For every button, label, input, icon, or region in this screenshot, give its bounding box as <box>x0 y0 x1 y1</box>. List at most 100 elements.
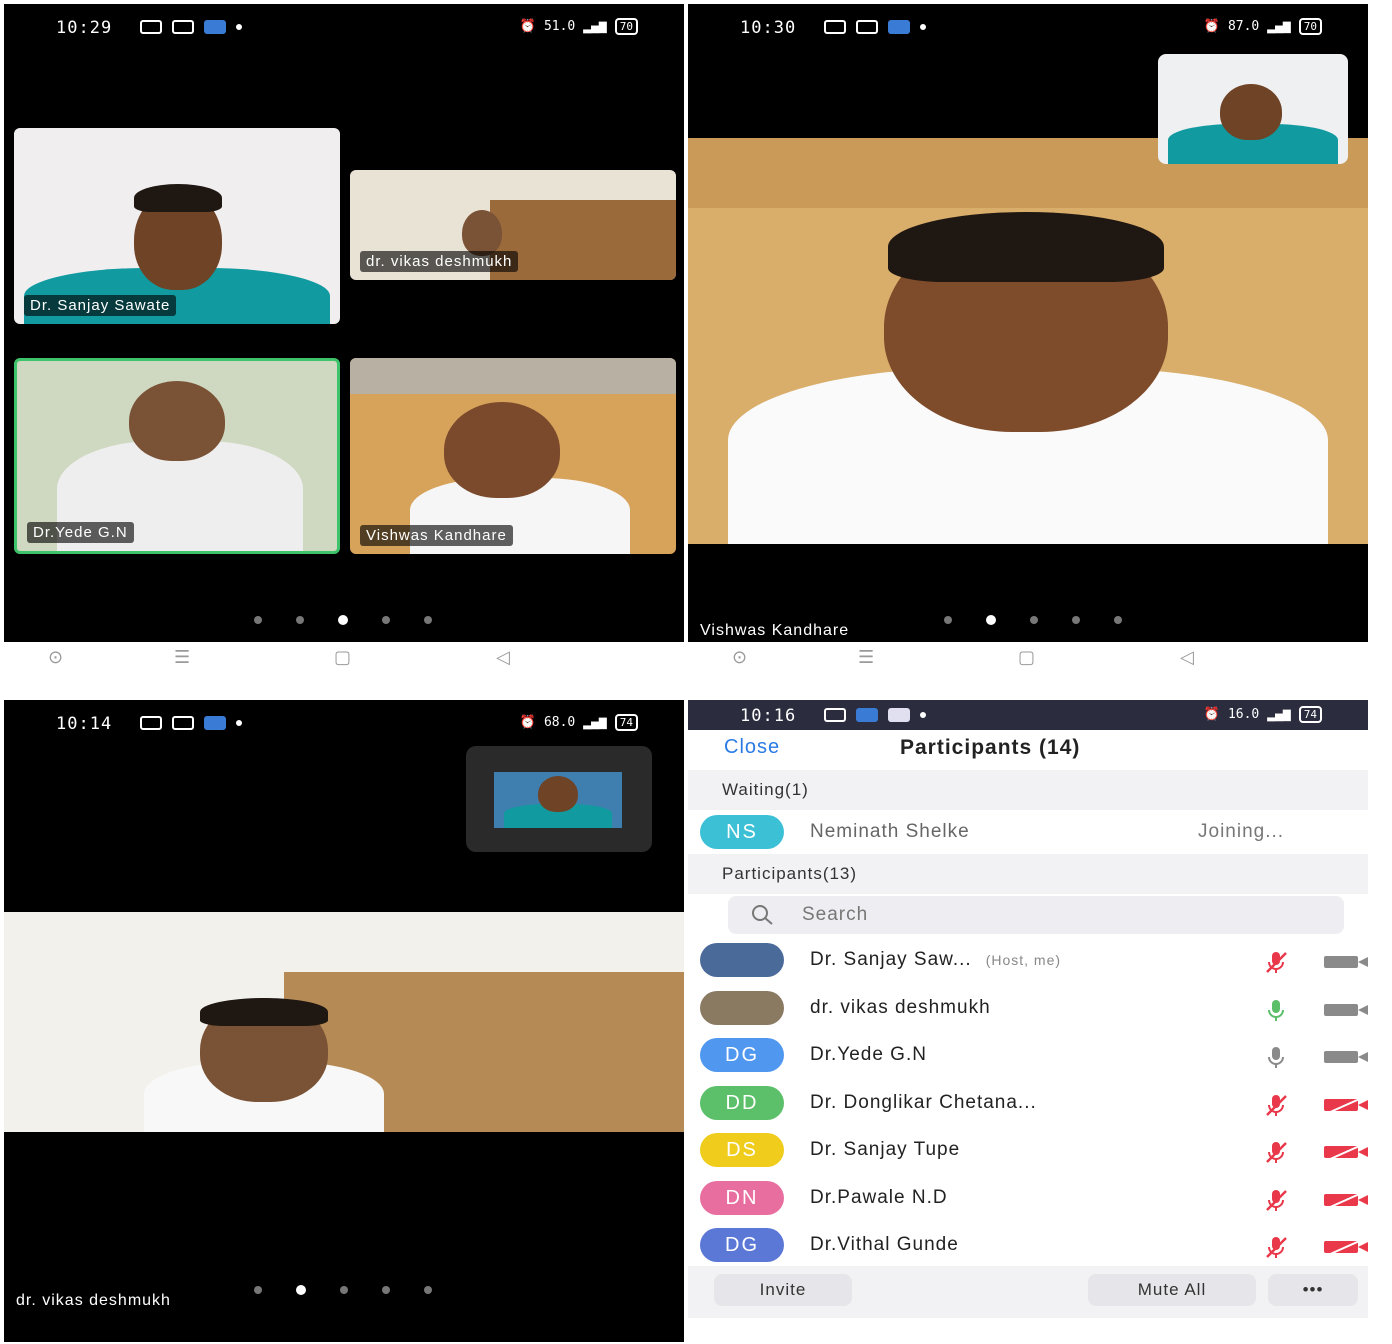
page-dot[interactable] <box>340 1286 348 1294</box>
zoom-icon <box>856 708 878 722</box>
waiting-status: Joining... <box>1198 821 1285 842</box>
video-off-icon[interactable] <box>1324 1192 1368 1208</box>
video-off-icon[interactable] <box>1324 1144 1368 1160</box>
waiting-participant-row[interactable]: NS Neminath Shelke Joining... <box>688 810 1368 858</box>
page-indicator[interactable] <box>944 615 1122 625</box>
participant-row[interactable]: DG Dr.Vithal Gunde <box>688 1223 1368 1271</box>
square-icon[interactable]: ▢ <box>334 647 351 668</box>
page-dot[interactable] <box>382 1286 390 1294</box>
whatsapp-icon <box>824 20 846 34</box>
self-view-thumbnail[interactable] <box>1158 54 1348 164</box>
page-dot[interactable] <box>1030 616 1038 624</box>
participant-row[interactable]: Dr. Sanjay Saw... (Host, me) <box>688 938 1368 986</box>
phone-screen-gallery: 10:29 ⏰ 51.0 ▂▄▆ 70 Dr. Sanjay Sawate dr… <box>4 4 684 676</box>
video-off-icon[interactable] <box>1324 1097 1368 1113</box>
zoom-icon <box>204 716 226 730</box>
status-time: 10:14 <box>56 714 113 734</box>
menu-lines-icon[interactable]: ☰ <box>858 647 874 668</box>
search-bar[interactable] <box>728 896 1344 934</box>
zoom-icon <box>204 20 226 34</box>
page-dot[interactable] <box>382 616 390 624</box>
network-speed: 87.0 <box>1227 19 1260 34</box>
participant-row[interactable]: DN Dr.Pawale N.D <box>688 1176 1368 1224</box>
notification-dot-icon <box>236 24 242 30</box>
participant-name: Dr.Pawale N.D <box>810 1187 948 1209</box>
status-bar: 10:30 ⏰ 87.0 ▂▄▆ 70 <box>688 4 1368 50</box>
more-options-button[interactable]: ••• <box>1268 1274 1358 1306</box>
video-icon[interactable] <box>1324 1049 1368 1065</box>
page-indicator[interactable] <box>254 1285 432 1295</box>
participant-row[interactable]: DD Dr. Donglikar Chetana... <box>688 1081 1368 1129</box>
page-dot[interactable] <box>1072 616 1080 624</box>
video-icon[interactable] <box>1324 1002 1368 1018</box>
photos-icon <box>888 708 910 722</box>
mic-muted-icon[interactable] <box>1264 1188 1288 1212</box>
video-tile[interactable]: Dr. Sanjay Sawate <box>14 128 340 324</box>
page-dot[interactable] <box>424 616 432 624</box>
page-indicator[interactable] <box>254 615 432 625</box>
video-off-icon[interactable] <box>1324 1239 1368 1255</box>
search-icon <box>752 905 773 925</box>
page-dot-active[interactable] <box>296 1285 306 1295</box>
participant-name-text: Dr.Yede G.N <box>810 1044 927 1065</box>
self-view-image <box>494 772 622 828</box>
waiting-header-label: Waiting(1) <box>722 780 809 799</box>
participant-name-label: dr. vikas deshmukh <box>360 251 519 272</box>
status-bar: 10:16 ⏰ 16.0 ▂▄▆ 74 <box>688 700 1368 730</box>
mic-muted-icon[interactable] <box>1264 950 1288 974</box>
participant-row[interactable]: DS Dr. Sanjay Tupe <box>688 1128 1368 1176</box>
page-dot[interactable] <box>1114 616 1122 624</box>
participant-name: Dr. Sanjay Tupe <box>810 1139 960 1161</box>
person-hair <box>200 998 328 1026</box>
video-tile[interactable]: dr. vikas deshmukh <box>350 170 676 280</box>
mic-muted-icon[interactable] <box>1264 1093 1288 1117</box>
home-circle-icon[interactable]: ⊙ <box>48 647 63 668</box>
page-dot[interactable] <box>254 1286 262 1294</box>
video-icon[interactable] <box>1324 954 1368 970</box>
mute-all-button[interactable]: Mute All <box>1088 1274 1256 1306</box>
page-dot[interactable] <box>254 616 262 624</box>
invite-button[interactable]: Invite <box>714 1274 852 1306</box>
avatar: DG <box>700 1228 784 1262</box>
mic-icon[interactable] <box>1264 1045 1288 1069</box>
page-dot[interactable] <box>424 1286 432 1294</box>
close-button[interactable]: Close <box>724 736 780 759</box>
main-video[interactable] <box>4 912 684 1132</box>
avatar: DD <box>700 1086 784 1120</box>
participant-name: Dr.Yede G.N <box>810 1044 927 1066</box>
battery-level: 70 <box>1298 18 1322 35</box>
page-dot-active[interactable] <box>338 615 348 625</box>
waiting-section-header: Waiting(1) <box>688 770 1368 810</box>
participants-footer: Invite Mute All ••• <box>688 1266 1368 1318</box>
mic-muted-icon[interactable] <box>1264 1140 1288 1164</box>
square-icon[interactable]: ▢ <box>1018 647 1035 668</box>
main-video[interactable] <box>688 138 1368 544</box>
mic-muted-icon[interactable] <box>1264 1235 1288 1259</box>
participants-header: Close Participants (14) <box>688 730 1368 770</box>
participants-header-label: Participants(13) <box>722 864 858 883</box>
search-input[interactable] <box>802 901 1302 929</box>
avatar: DS <box>700 1133 784 1167</box>
signal-icon: ▂▄▆ <box>1267 19 1291 34</box>
self-view-thumbnail[interactable] <box>466 746 652 852</box>
page-dot[interactable] <box>944 616 952 624</box>
status-time: 10:16 <box>740 706 797 726</box>
participant-row[interactable]: DG Dr.Yede G.N <box>688 1033 1368 1081</box>
back-triangle-icon[interactable]: ◁ <box>1180 647 1194 668</box>
mic-icon[interactable] <box>1264 998 1288 1022</box>
alarm-icon: ⏰ <box>519 715 536 730</box>
back-triangle-icon[interactable]: ◁ <box>496 647 510 668</box>
whatsapp-icon <box>140 20 162 34</box>
menu-lines-icon[interactable]: ☰ <box>174 647 190 668</box>
participant-row[interactable]: dr. vikas deshmukh <box>688 986 1368 1034</box>
home-circle-icon[interactable]: ⊙ <box>732 647 747 668</box>
alarm-icon: ⏰ <box>1203 19 1220 34</box>
video-tile-active-speaker[interactable]: Dr.Yede G.N <box>14 358 340 554</box>
page-dot[interactable] <box>296 616 304 624</box>
video-tile[interactable]: Vishwas Kandhare <box>350 358 676 554</box>
person-face <box>1220 84 1282 140</box>
participant-name-label: Dr.Yede G.N <box>27 522 134 543</box>
gallery-icon <box>856 20 878 34</box>
page-dot-active[interactable] <box>986 615 996 625</box>
person-face <box>129 381 225 461</box>
